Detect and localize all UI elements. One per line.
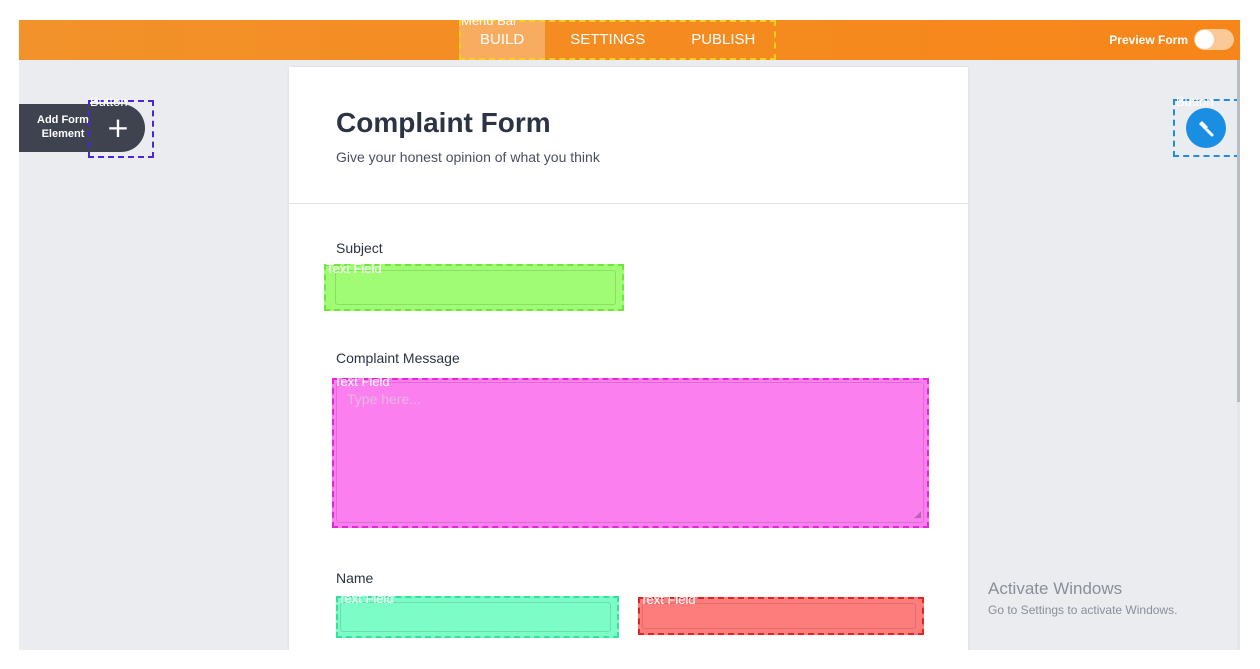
last-name-input[interactable] xyxy=(642,603,916,629)
menu-bar: BUILD SETTINGS PUBLISH xyxy=(459,20,777,60)
activate-windows-title: Activate Windows xyxy=(988,579,1123,598)
complaint-message-label: Complaint Message xyxy=(336,350,460,366)
complaint-message-input[interactable] xyxy=(336,382,924,523)
first-name-input[interactable] xyxy=(340,602,611,632)
complaint-message-field[interactable]: ◢ xyxy=(332,378,929,528)
paint-roller-icon xyxy=(1186,108,1226,148)
form-subtitle[interactable]: Give your honest opinion of what you thi… xyxy=(336,149,600,165)
name-label: Name xyxy=(336,570,374,586)
add-element-button[interactable]: + xyxy=(88,100,154,158)
subject-label: Subject xyxy=(336,240,383,256)
subject-input[interactable] xyxy=(335,270,616,305)
tab-build[interactable]: BUILD xyxy=(459,20,546,60)
resize-grip-icon[interactable]: ◢ xyxy=(914,510,921,520)
activate-windows-subtitle: Go to Settings to activate Windows. xyxy=(988,603,1178,617)
form-title[interactable]: Complaint Form xyxy=(336,107,551,139)
form-card: Complaint Form Give your honest opinion … xyxy=(289,67,968,650)
scrollbar-thumb[interactable] xyxy=(1237,60,1240,402)
form-builder-app: BUILD SETTINGS PUBLISH Preview Form Add … xyxy=(19,20,1240,650)
top-bar: BUILD SETTINGS PUBLISH Preview Form xyxy=(19,20,1240,60)
form-designer-button[interactable] xyxy=(1173,99,1240,157)
preview-form-label: Preview Form xyxy=(1109,32,1188,47)
first-name-field[interactable] xyxy=(336,596,619,638)
form-header: Complaint Form Give your honest opinion … xyxy=(289,67,968,204)
preview-form: Preview Form xyxy=(1109,29,1234,50)
subject-field[interactable] xyxy=(324,264,624,311)
toggle-knob xyxy=(1195,30,1214,49)
last-name-field[interactable] xyxy=(638,597,924,635)
tab-settings[interactable]: SETTINGS xyxy=(549,20,666,60)
plus-icon: + xyxy=(95,106,141,152)
add-form-element-label: Add Form Element xyxy=(37,114,89,140)
tab-publish[interactable]: PUBLISH xyxy=(670,20,776,60)
preview-toggle[interactable] xyxy=(1194,29,1234,50)
